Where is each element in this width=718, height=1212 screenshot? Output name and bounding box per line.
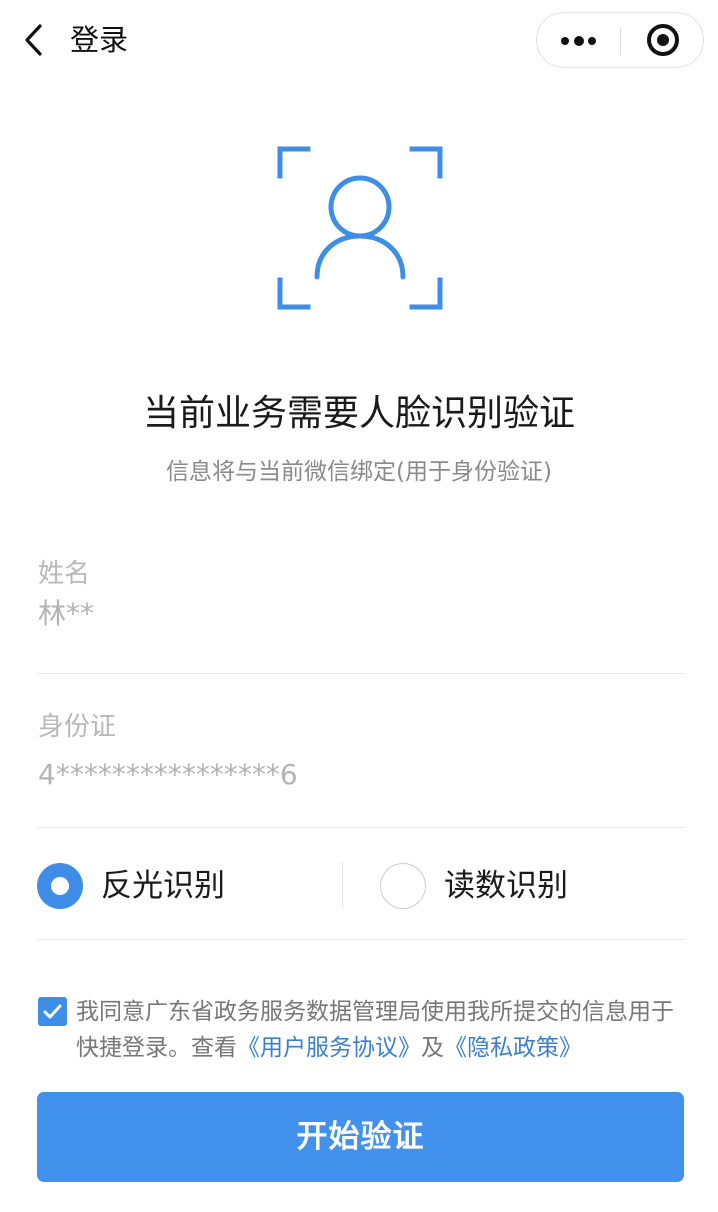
chevron-left-icon [25,24,42,56]
page-title: 登录 [70,23,129,57]
mode-option-reflective[interactable]: 反光识别 [37,858,297,914]
mode-option-reading[interactable]: 读数识别 [380,858,640,914]
back-button[interactable] [20,22,52,58]
more-dot [588,37,596,45]
mode-bottom-divider [38,939,684,940]
more-button[interactable] [537,13,620,67]
name-label: 姓名 [38,559,91,589]
agreement-conjunction: 及 [421,1035,444,1061]
start-verification-button[interactable]: 开始验证 [37,1092,684,1182]
user-agreement-link[interactable]: 《用户服务协议》 [237,1035,421,1061]
target-core [657,34,669,46]
agreement-text: 我同意广东省政务服务数据管理局使用我所提交的信息用于快捷登录。查看《用户服务协议… [76,994,688,1066]
privacy-policy-link[interactable]: 《隐私政策》 [444,1035,582,1061]
id-card-value: 4****************6 [38,758,298,791]
checkmark-icon [43,1004,62,1019]
id-card-label: 身份证 [38,712,117,742]
close-miniprogram-button[interactable] [621,13,704,67]
radio-selected-icon [37,863,83,909]
mode-divider [342,862,343,908]
mode-option-label: 反光识别 [101,868,225,904]
verification-subtitle: 信息将与当前微信绑定(用于身份验证) [166,459,552,485]
name-divider [38,673,684,674]
more-dots-icon [561,37,569,45]
miniprogram-capsule [536,12,704,68]
verification-headline: 当前业务需要人脸识别验证 [142,393,575,434]
navigation-bar: 登录 [0,0,718,80]
face-scan-icon [277,146,443,310]
name-value: 林** [38,597,95,630]
more-dot [574,36,584,46]
radio-unselected-icon [380,863,426,909]
agreement-checkbox[interactable] [38,997,67,1026]
mode-option-label: 读数识别 [444,868,568,904]
id-divider [38,827,684,828]
